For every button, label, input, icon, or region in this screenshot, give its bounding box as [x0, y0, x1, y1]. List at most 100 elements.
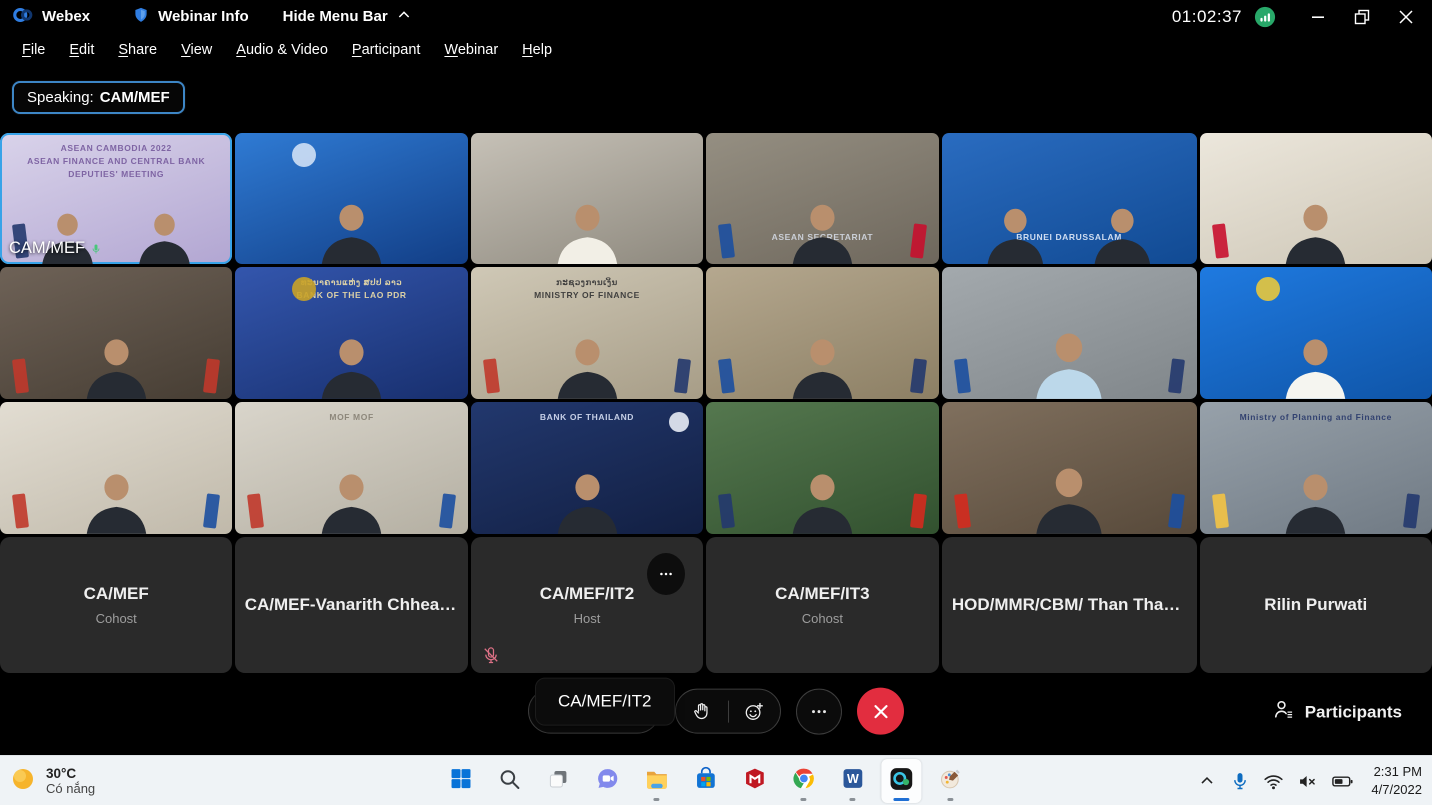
flag-decoration	[1403, 493, 1420, 528]
participant-name-tile-4[interactable]: CA/MEF/IT3Cohost	[706, 537, 938, 673]
close-button[interactable]	[1386, 3, 1426, 31]
word-icon: W	[840, 766, 865, 796]
more-options-button[interactable]	[796, 688, 842, 734]
flag-decoration	[483, 358, 500, 393]
menu-item-file[interactable]: File	[10, 36, 57, 64]
participant-name: CA/MEF-Vanarith Chheang	[245, 595, 459, 615]
taskbar-app-task-view[interactable]	[538, 759, 578, 803]
participant-role: Cohost	[96, 611, 137, 626]
flag-decoration	[718, 493, 735, 528]
task-view-icon	[546, 767, 570, 796]
chevron-up-icon[interactable]	[1197, 771, 1217, 791]
flag-decoration	[12, 358, 29, 393]
flag-decoration	[247, 493, 264, 528]
leave-meeting-button[interactable]	[857, 688, 904, 735]
participant-name-tile-3[interactable]: CA/MEF/IT2 Host	[471, 537, 703, 673]
taskbar-clock[interactable]: 2:31 PM 4/7/2022	[1371, 763, 1422, 798]
reactions-button[interactable]	[728, 690, 780, 733]
taskbar-app-mcafee[interactable]	[734, 759, 774, 803]
menu-item-view[interactable]: View	[169, 36, 224, 64]
menu-item-webinar[interactable]: Webinar	[432, 36, 510, 64]
video-tile-18[interactable]: Ministry of Planning and Finance	[1200, 402, 1432, 534]
video-tile-6[interactable]	[1200, 133, 1432, 264]
host-name-tooltip: CA/MEF/IT2	[535, 678, 675, 726]
video-tile-3[interactable]	[471, 133, 703, 264]
ms-store-icon	[693, 766, 718, 796]
video-tile-16[interactable]	[706, 402, 938, 534]
restore-button[interactable]	[1342, 3, 1382, 31]
speaker-label-text: CAM/MEF	[9, 239, 85, 258]
tile-emblem	[292, 277, 316, 301]
participant-name: CA/MEF/IT2	[540, 584, 634, 604]
menu-item-help[interactable]: Help	[510, 36, 564, 64]
video-tile-1[interactable]: ASEAN CAMBODIA 2022 ASEAN FINANCE AND CE…	[0, 133, 232, 264]
tile-backdrop-text: MOF MOF	[252, 411, 452, 424]
webinar-info-button[interactable]: Webinar Info	[132, 6, 249, 28]
elapsed-timer: 01:02:37	[1172, 7, 1242, 27]
participant-name-tile-6[interactable]: Rilin Purwati	[1200, 537, 1432, 673]
participant-role: Host	[574, 611, 601, 626]
minimize-button[interactable]	[1298, 3, 1338, 31]
taskbar-app-start[interactable]	[440, 759, 480, 803]
participants-button[interactable]: Participants	[1272, 697, 1402, 726]
video-tile-10[interactable]	[706, 267, 938, 399]
clock-date: 4/7/2022	[1371, 781, 1422, 799]
video-tile-5[interactable]: BRUNEI DARUSSALAM	[942, 133, 1197, 264]
microphone-icon[interactable]	[1230, 771, 1250, 791]
video-tile-8[interactable]: ທະນາຄານແຫ່ງ ສປປ ລາວ BANK OF THE LAO PDR	[235, 267, 467, 399]
speaking-prefix: Speaking:	[27, 89, 94, 106]
flag-decoration	[954, 358, 971, 393]
taskbar-app-file-explorer[interactable]	[636, 759, 676, 803]
windows-taskbar: 30°C Có nắng W 2:31 PM 4/7/2022	[0, 755, 1432, 805]
menu-item-share[interactable]: Share	[106, 36, 169, 64]
participants-icon	[1272, 697, 1296, 726]
video-tile-12[interactable]	[1200, 267, 1432, 399]
taskbar-app-webex[interactable]	[881, 759, 921, 803]
tile-more-options-button[interactable]	[647, 553, 685, 595]
participant-name-tile-2[interactable]: CA/MEF-Vanarith Chheang	[235, 537, 467, 673]
participant-name: HOD/MMR/CBM/ Than Than S…	[952, 595, 1187, 615]
menu-item-audio-video[interactable]: Audio & Video	[224, 36, 340, 64]
volume-muted-icon[interactable]	[1297, 771, 1318, 792]
tile-emblem	[669, 412, 689, 432]
participant-name-tile-5[interactable]: HOD/MMR/CBM/ Than Than S…	[942, 537, 1197, 673]
flag-decoration	[1212, 223, 1229, 258]
taskbar-app-chrome[interactable]	[783, 759, 823, 803]
webinar-info-label: Webinar Info	[158, 8, 249, 25]
flag-decoration	[674, 358, 691, 393]
connection-quality-icon[interactable]	[1254, 6, 1276, 28]
video-tile-15[interactable]: BANK OF THAILAND	[471, 402, 703, 534]
video-tile-7[interactable]	[0, 267, 232, 399]
flag-decoration	[203, 493, 220, 528]
taskbar-app-chat[interactable]	[587, 759, 627, 803]
video-tile-2[interactable]	[235, 133, 467, 264]
tile-backdrop-text: ກະຊວງການເງິນ MINISTRY OF FINANCE	[487, 276, 687, 302]
video-tile-13[interactable]	[0, 402, 232, 534]
wifi-icon[interactable]	[1263, 771, 1284, 792]
start-icon	[448, 766, 473, 796]
video-tile-9[interactable]: ກະຊວງການເງິນ MINISTRY OF FINANCE	[471, 267, 703, 399]
weather-widget[interactable]: 30°C Có nắng	[10, 756, 95, 805]
menu-item-participant[interactable]: Participant	[340, 36, 433, 64]
battery-icon[interactable]	[1331, 770, 1354, 793]
mute-button[interactable]: CA/MEF/IT2	[528, 689, 660, 734]
speaking-row: Speaking: CAM/MEF	[0, 66, 1432, 133]
search-icon	[497, 767, 521, 796]
taskbar-app-word[interactable]: W	[832, 759, 872, 803]
video-tile-4[interactable]: ASEAN SECRETARIAT	[706, 133, 938, 264]
taskbar-app-search[interactable]	[489, 759, 529, 803]
participants-label: Participants	[1305, 702, 1402, 722]
video-tile-17[interactable]	[942, 402, 1197, 534]
taskbar-app-ms-store[interactable]	[685, 759, 725, 803]
raise-hand-button[interactable]	[676, 690, 728, 733]
weather-condition: Có nắng	[46, 781, 95, 796]
video-tile-11[interactable]	[942, 267, 1197, 399]
hide-menu-bar-button[interactable]: Hide Menu Bar	[283, 7, 412, 27]
menu-item-edit[interactable]: Edit	[57, 36, 106, 64]
webex-brand: Webex	[12, 4, 90, 30]
flag-decoration	[1168, 493, 1185, 528]
video-tile-14[interactable]: MOF MOF	[235, 402, 467, 534]
taskbar-app-paint[interactable]	[930, 759, 970, 803]
taskbar-apps: W	[440, 756, 970, 805]
participant-name-tile-1[interactable]: CA/MEFCohost	[0, 537, 232, 673]
